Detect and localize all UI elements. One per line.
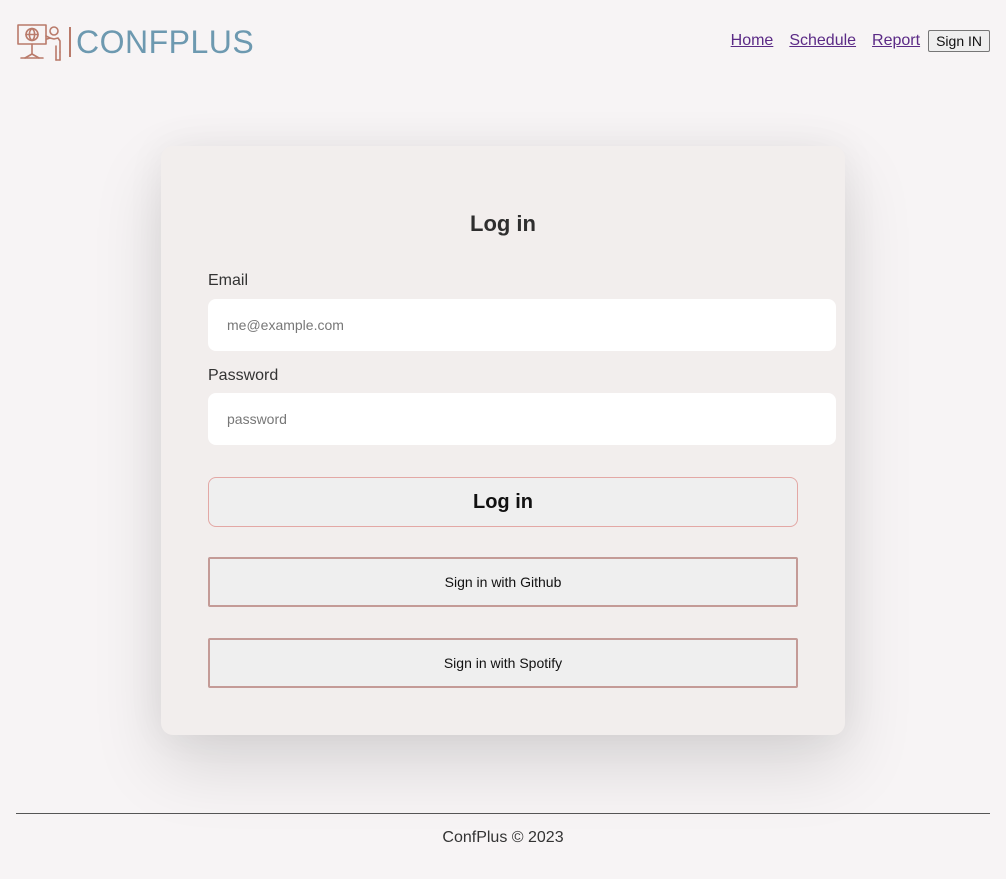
nav-link-schedule[interactable]: Schedule [789, 32, 856, 50]
login-title: Log in [470, 211, 536, 236]
password-field[interactable] [208, 393, 836, 445]
logo-divider [69, 27, 71, 57]
login-button[interactable]: Log in [208, 477, 798, 527]
github-signin-button[interactable]: Sign in with Github [208, 557, 798, 607]
brand-name: CONFPLUS [76, 24, 255, 60]
sign-in-button[interactable]: Sign IN [928, 30, 990, 52]
nav-link-report[interactable]: Report [872, 32, 920, 50]
password-label: Password [208, 367, 279, 384]
email-field[interactable] [208, 299, 836, 351]
site-header: CONFPLUS Home Schedule Report Sign IN [0, 0, 1006, 84]
brand-logo[interactable]: CONFPLUS [16, 22, 254, 62]
presenter-at-podium-icon [17, 24, 61, 61]
email-label: Email [208, 272, 249, 289]
main-nav: Home Schedule Report Sign IN [731, 30, 990, 52]
footer-divider [16, 813, 990, 814]
nav-link-home[interactable]: Home [731, 32, 774, 50]
footer-copyright: ConfPlus © 2023 [442, 829, 564, 846]
spotify-signin-button[interactable]: Sign in with Spotify [208, 638, 798, 688]
